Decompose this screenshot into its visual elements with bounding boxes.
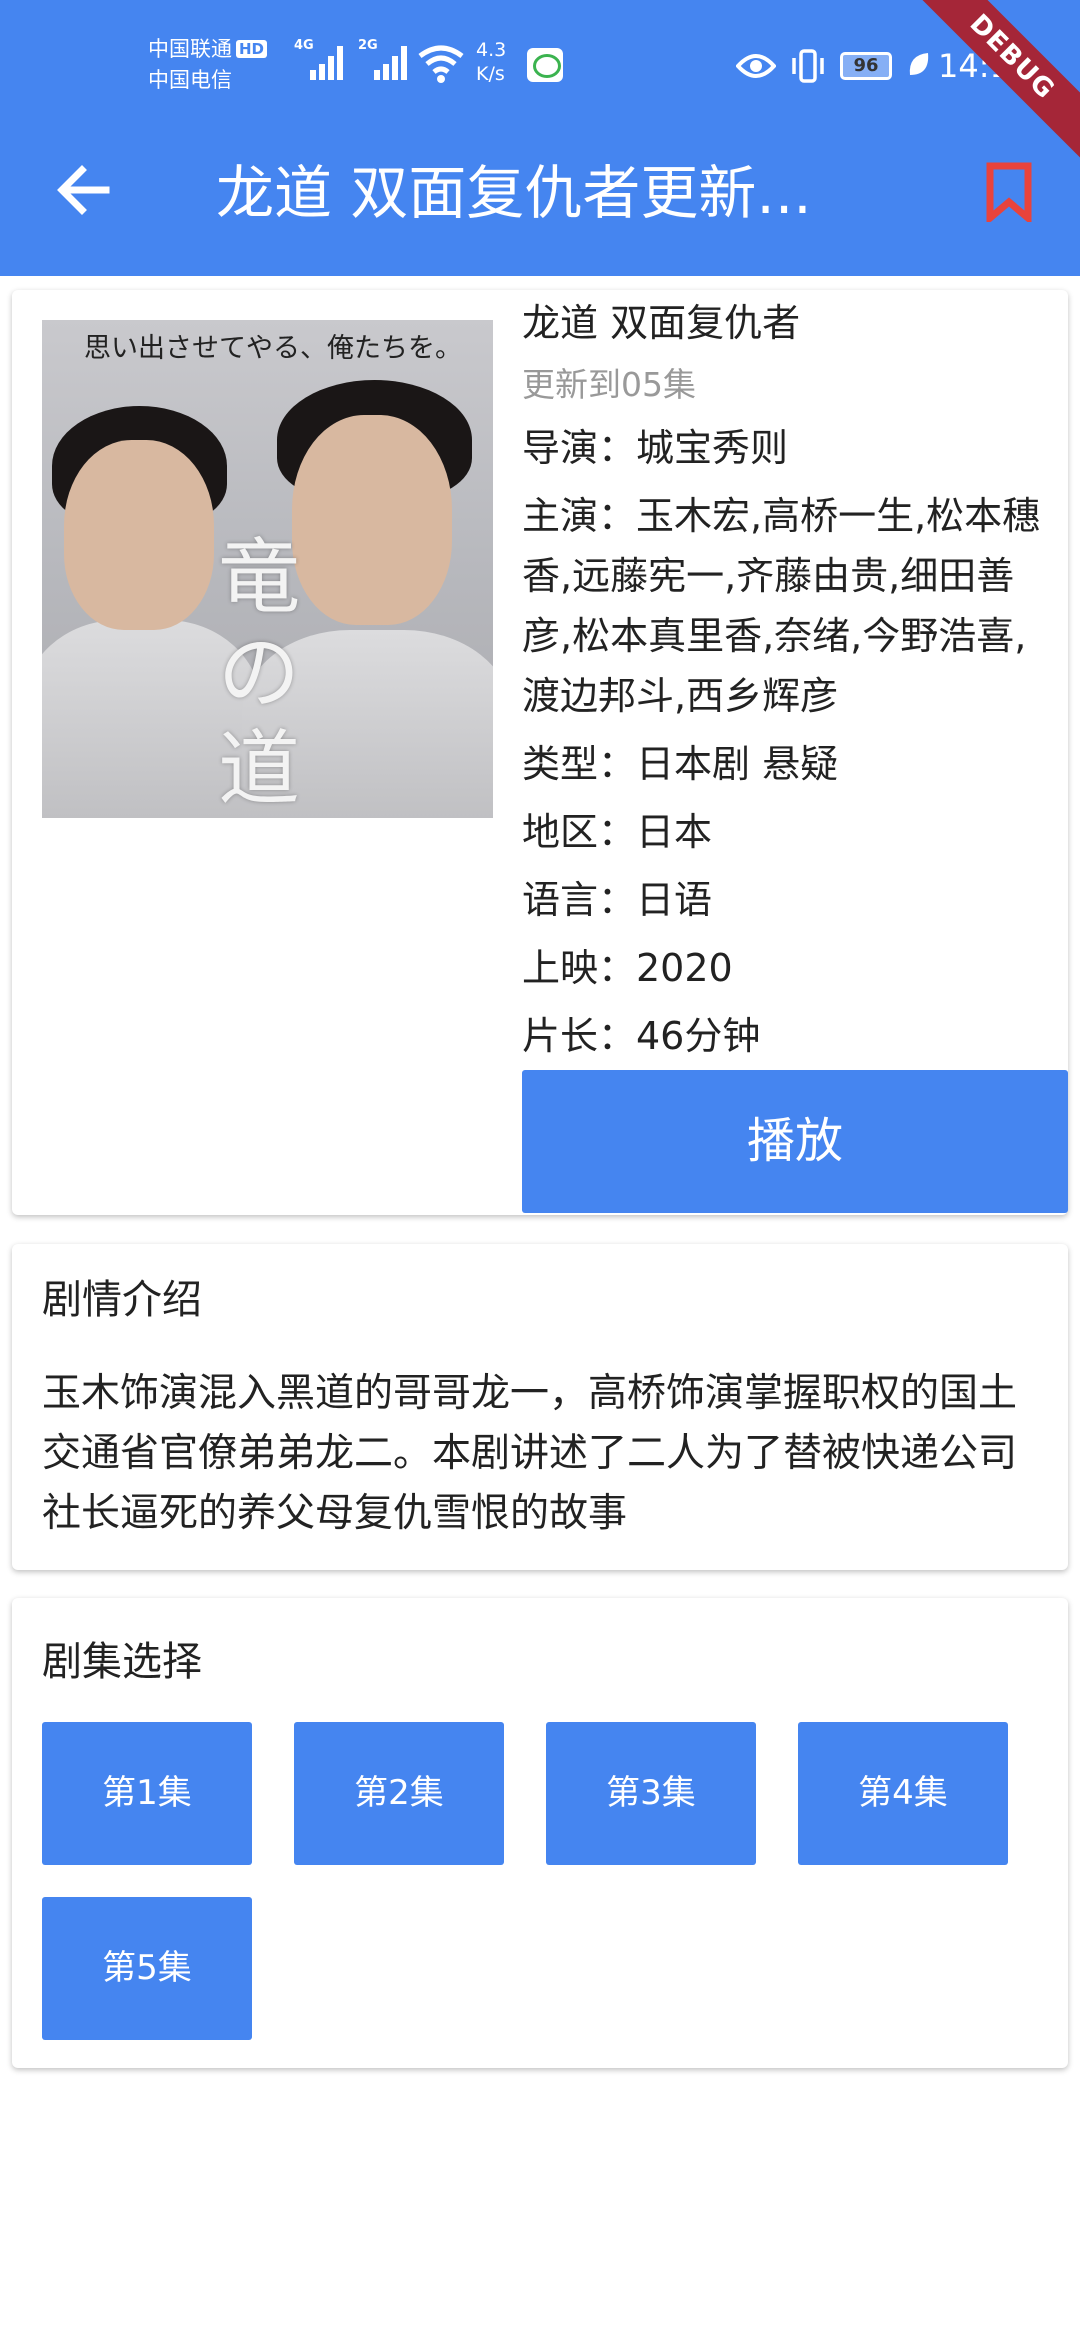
net-speed: 4.3 K/s bbox=[476, 38, 506, 86]
episode-button[interactable]: 第2集 bbox=[294, 1722, 504, 1865]
poster-title-jp: 竜の道 bbox=[218, 530, 301, 817]
poster-figure-right-face bbox=[292, 415, 452, 625]
episode-button[interactable]: 第5集 bbox=[42, 1897, 252, 2040]
leaf-icon bbox=[909, 53, 929, 75]
signal-2g-label: 2G bbox=[358, 38, 378, 53]
detail-card: 思い出させてやる、俺たちを。 竜の道 龙道 双面复仇者 更新到05集 导演：城宝… bbox=[12, 290, 1068, 1215]
poster-figure-left-face bbox=[64, 440, 214, 630]
wifi-icon bbox=[418, 45, 464, 83]
play-button[interactable]: 播放 bbox=[522, 1070, 1068, 1213]
status-bar: 中国联通 HD 中国电信 4G 2G 4.3 K/s 96 14:19 DEBU… bbox=[0, 0, 1080, 166]
vibrate-icon bbox=[792, 49, 824, 83]
poster-caption: 思い出させてやる、俺たちを。 bbox=[84, 333, 462, 364]
episode-card: 剧集选择 第1集 第2集 第3集 第4集 第5集 bbox=[12, 1598, 1068, 2068]
synopsis-title: 剧情介绍 bbox=[42, 1277, 202, 1323]
carrier-info: 中国联通 HD 中国电信 bbox=[148, 34, 268, 96]
signal-2g-icon: 2G bbox=[358, 38, 412, 86]
signal-4g-label: 4G bbox=[294, 38, 314, 53]
synopsis-text: 玉木饰演混入黑道的哥哥龙一，高桥饰演掌握职权的国土交通省官僚弟弟龙二。本剧讲述了… bbox=[42, 1371, 1018, 1536]
bookmark-icon[interactable] bbox=[984, 162, 1034, 222]
page-title: 龙道 双面复仇者更新... bbox=[216, 159, 812, 227]
back-arrow-icon[interactable] bbox=[54, 160, 114, 220]
net-speed-unit: K/s bbox=[476, 63, 505, 85]
carrier-2: 中国电信 bbox=[148, 68, 232, 92]
episode-button[interactable]: 第3集 bbox=[546, 1722, 756, 1865]
genre-line: 类型：日本剧 悬疑 bbox=[522, 742, 839, 786]
hd-badge: HD bbox=[236, 40, 268, 58]
poster-image[interactable]: 思い出させてやる、俺たちを。 竜の道 bbox=[42, 320, 493, 818]
episode-button[interactable]: 第4集 bbox=[798, 1722, 1008, 1865]
app-bar: 中国联通 HD 中国电信 4G 2G 4.3 K/s 96 14:19 DEBU… bbox=[0, 0, 1080, 276]
detail-info: 龙道 双面复仇者 更新到05集 导演：城宝秀则 主演：玉木宏,高桥一生,松本穗香… bbox=[522, 298, 1062, 1066]
net-speed-value: 4.3 bbox=[476, 39, 507, 61]
wechat-notification-icon bbox=[527, 48, 563, 82]
director-line: 导演：城宝秀则 bbox=[522, 426, 789, 470]
language-line: 语言：日语 bbox=[522, 878, 713, 922]
drama-name: 龙道 双面复仇者 bbox=[522, 301, 801, 345]
episode-button[interactable]: 第1集 bbox=[42, 1722, 252, 1865]
battery-indicator: 96 bbox=[840, 52, 892, 80]
release-line: 上映：2020 bbox=[522, 946, 733, 990]
carrier-1: 中国联通 bbox=[148, 37, 232, 61]
eye-icon bbox=[736, 54, 776, 78]
signal-4g-icon: 4G bbox=[294, 38, 348, 86]
duration-line: 片长：46分钟 bbox=[522, 1014, 761, 1058]
cast-line: 主演：玉木宏,高桥一生,松本穗香,远藤宪一,齐藤由贵,细田善彦,松本真里香,奈绪… bbox=[522, 494, 1041, 718]
region-line: 地区：日本 bbox=[522, 810, 713, 854]
episode-section-title: 剧集选择 bbox=[42, 1639, 202, 1685]
status-right-group: 96 bbox=[736, 46, 932, 86]
synopsis-card: 剧情介绍 玉木饰演混入黑道的哥哥龙一，高桥饰演掌握职权的国土交通省官僚弟弟龙二。… bbox=[12, 1244, 1068, 1570]
update-status: 更新到05集 bbox=[522, 365, 696, 404]
